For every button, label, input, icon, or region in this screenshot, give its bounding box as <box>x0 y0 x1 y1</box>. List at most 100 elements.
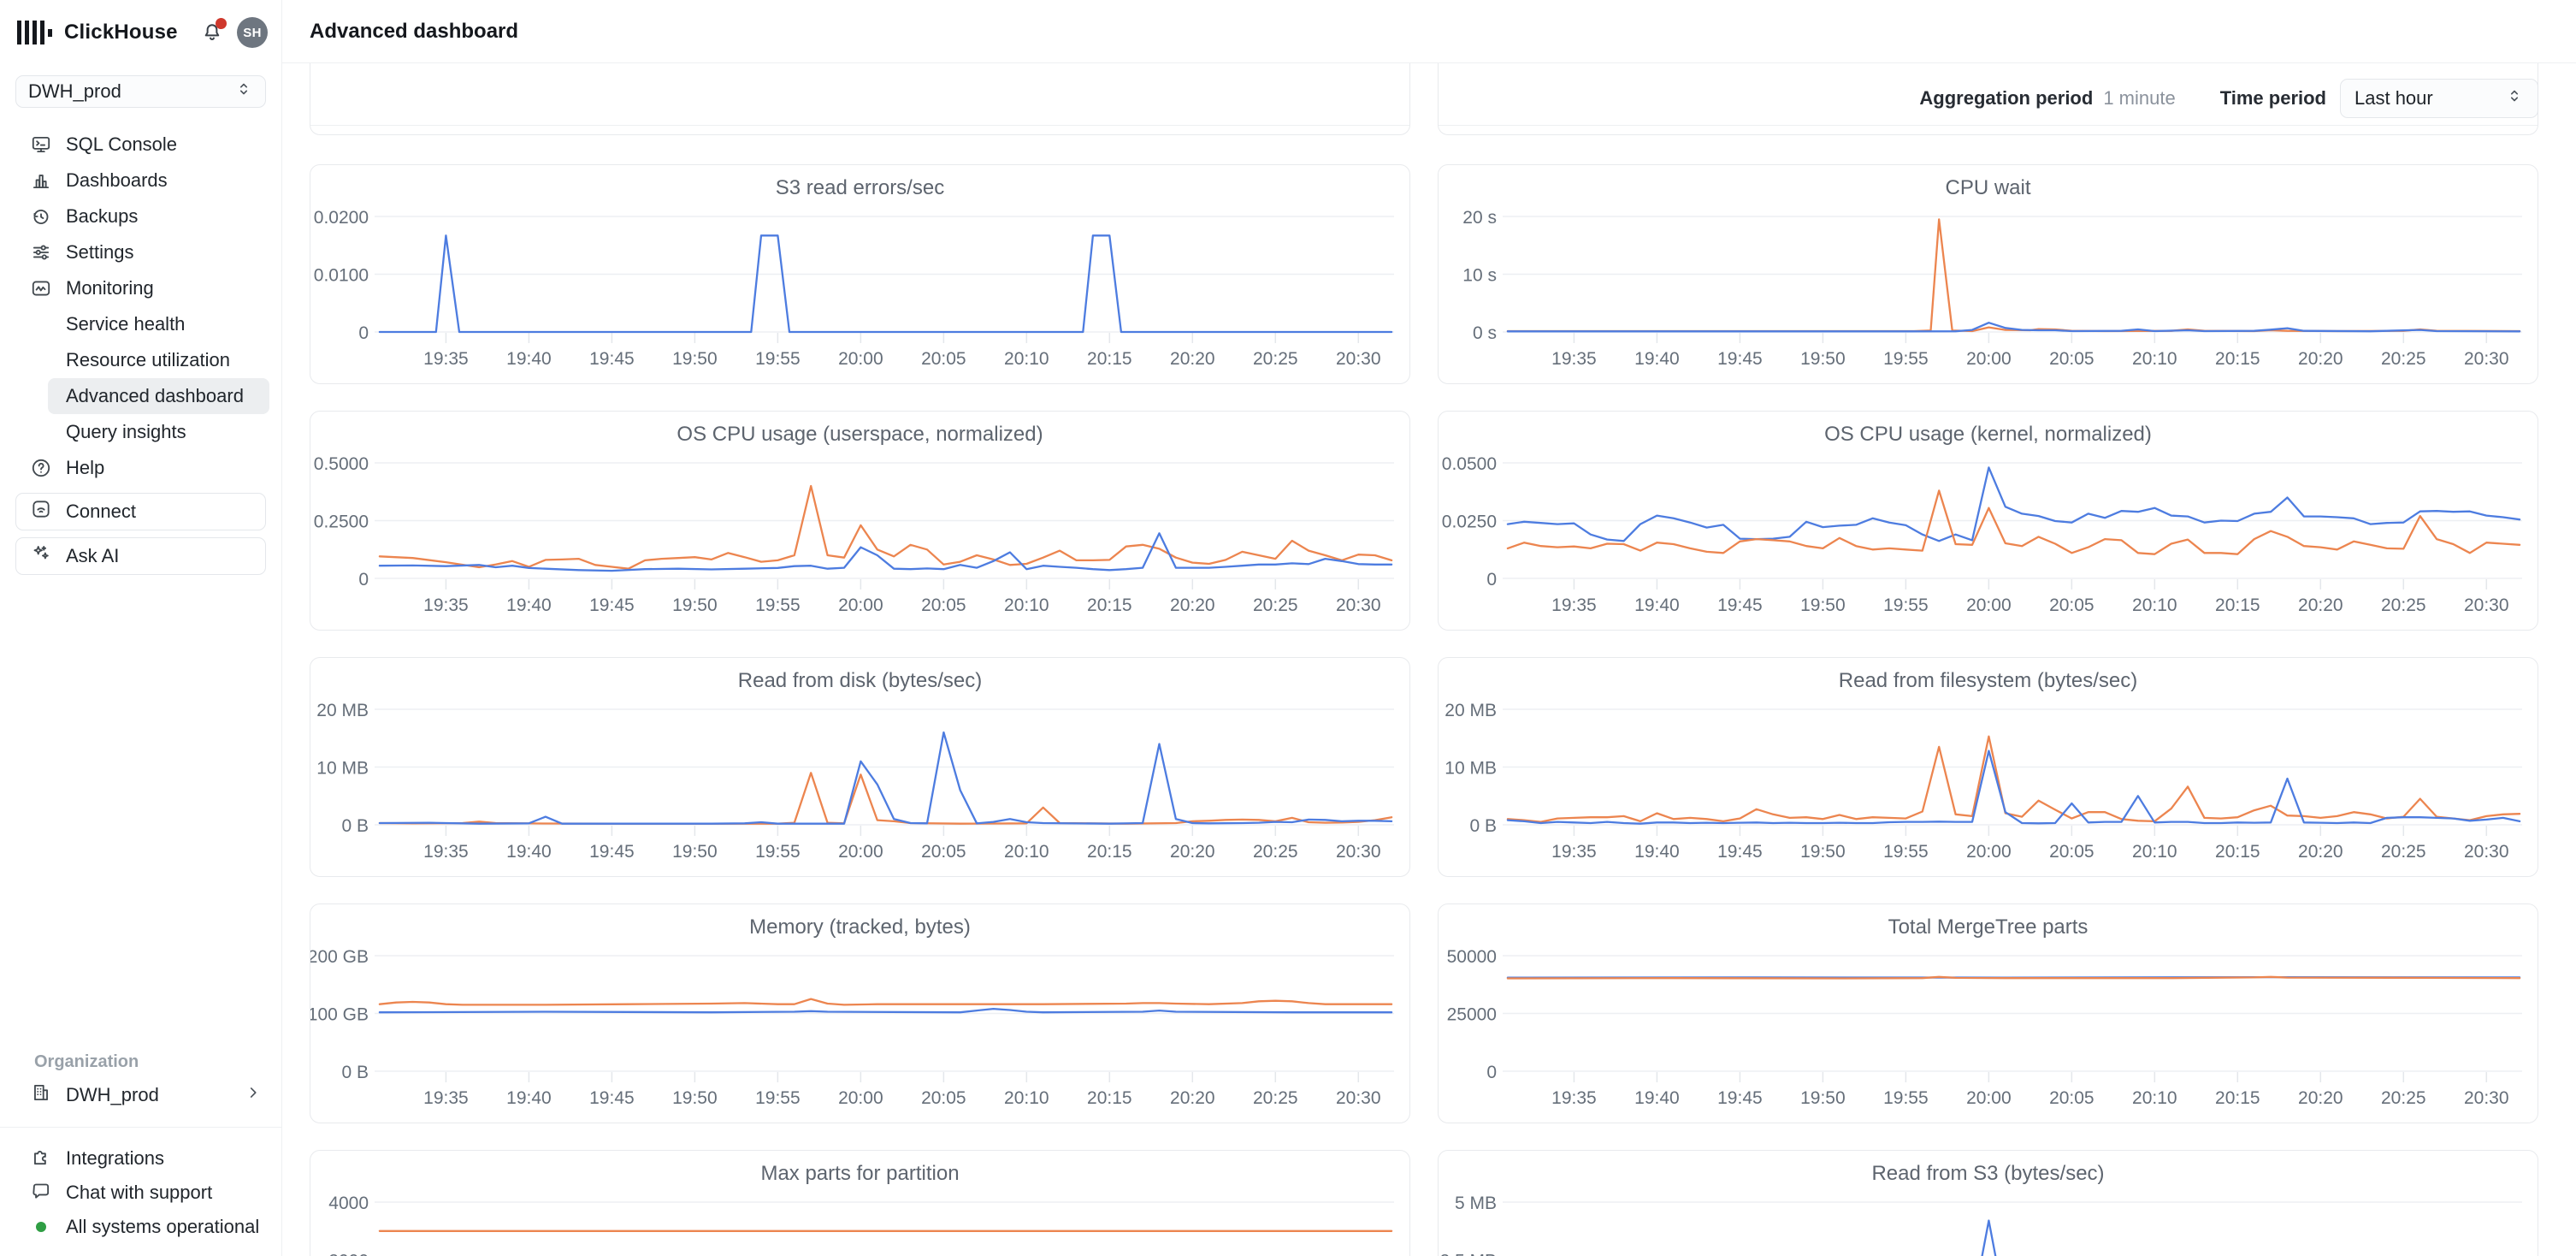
sidebar-item-label: SQL Console <box>66 133 177 156</box>
chart-read-from-s3: 5 MB2.5 MB0 B19:3519:4019:4519:5019:5520… <box>1438 1150 2538 1256</box>
svg-text:Read from disk (bytes/sec): Read from disk (bytes/sec) <box>738 669 982 692</box>
sidebar-item-service-health[interactable]: Service health <box>48 306 269 342</box>
svg-text:4000: 4000 <box>328 1194 369 1213</box>
sidebar-divider <box>0 1127 281 1128</box>
svg-text:20:25: 20:25 <box>1253 842 1298 862</box>
svg-text:20:05: 20:05 <box>921 595 966 615</box>
chart-os-cpu-kernel: 0.05000.0250019:3519:4019:4519:5019:5520… <box>1438 411 2538 631</box>
svg-text:20:05: 20:05 <box>921 842 966 862</box>
svg-text:0.0250: 0.0250 <box>1442 512 1497 532</box>
backups-icon <box>30 205 52 228</box>
svg-text:19:35: 19:35 <box>1551 595 1597 615</box>
time-period-value: Last hour <box>2354 87 2433 110</box>
svg-text:19:45: 19:45 <box>589 595 635 615</box>
chat-bubble-icon <box>30 1179 52 1206</box>
svg-text:20:20: 20:20 <box>2298 595 2343 615</box>
svg-text:19:50: 19:50 <box>672 349 718 369</box>
ask-ai-button[interactable]: Ask AI <box>15 537 266 575</box>
chevron-right-icon <box>244 1083 263 1107</box>
system-status[interactable]: All systems operational <box>0 1210 281 1244</box>
svg-text:0: 0 <box>358 323 369 343</box>
svg-text:20:20: 20:20 <box>1170 842 1215 862</box>
svg-text:CPU wait: CPU wait <box>1945 176 2030 199</box>
svg-text:Read from filesystem (bytes/se: Read from filesystem (bytes/sec) <box>1839 669 2137 692</box>
svg-text:10 MB: 10 MB <box>1445 759 1497 779</box>
sidebar-header: ClickHouse SH <box>0 0 281 65</box>
sparkles-icon <box>30 542 52 570</box>
svg-text:20:15: 20:15 <box>1087 349 1132 369</box>
svg-text:19:55: 19:55 <box>755 842 801 862</box>
sidebar-item-query-insights[interactable]: Query insights <box>48 414 269 450</box>
notification-dot <box>216 18 227 29</box>
status-label: All systems operational <box>66 1216 259 1238</box>
svg-text:20:00: 20:00 <box>838 1088 883 1108</box>
sidebar-item-chat-support[interactable]: Chat with support <box>0 1176 281 1210</box>
sidebar-item-backups[interactable]: Backups <box>0 198 281 234</box>
svg-text:Read from S3 (bytes/sec): Read from S3 (bytes/sec) <box>1871 1162 2104 1185</box>
sidebar-item-resource-utilization[interactable]: Resource utilization <box>48 342 269 378</box>
svg-text:20:30: 20:30 <box>1336 349 1381 369</box>
chevron-updown-icon <box>234 80 253 104</box>
sidebar-item-dashboards[interactable]: Dashboards <box>0 163 281 198</box>
svg-text:0.0500: 0.0500 <box>1442 454 1497 474</box>
svg-text:20:15: 20:15 <box>1087 1088 1132 1108</box>
svg-text:20:25: 20:25 <box>1253 1088 1298 1108</box>
avatar[interactable]: SH <box>237 17 268 48</box>
svg-text:20:10: 20:10 <box>2132 1088 2177 1108</box>
svg-text:20:10: 20:10 <box>2132 595 2177 615</box>
chart-cpu-wait: 20 s10 s0 s19:3519:4019:4519:5019:5520:0… <box>1438 164 2538 384</box>
sidebar-item-settings[interactable]: Settings <box>0 234 281 270</box>
puzzle-icon <box>30 1145 52 1172</box>
svg-text:19:45: 19:45 <box>1717 595 1763 615</box>
svg-text:20:10: 20:10 <box>2132 349 2177 369</box>
svg-text:19:40: 19:40 <box>1634 842 1680 862</box>
svg-text:19:45: 19:45 <box>1717 842 1763 862</box>
organization-label: Organization <box>34 1052 281 1072</box>
svg-text:20:30: 20:30 <box>2464 349 2509 369</box>
svg-text:20 s: 20 s <box>1462 208 1497 228</box>
notifications-button[interactable] <box>199 20 225 45</box>
svg-text:20:25: 20:25 <box>2381 595 2426 615</box>
svg-text:20:20: 20:20 <box>1170 349 1215 369</box>
monitoring-icon <box>30 277 52 299</box>
svg-text:20:00: 20:00 <box>838 595 883 615</box>
help-icon <box>30 457 52 479</box>
connect-button[interactable]: Connect <box>15 493 266 530</box>
svg-text:19:55: 19:55 <box>1883 1088 1929 1108</box>
service-selector[interactable]: DWH_prod <box>15 75 266 108</box>
svg-text:20:10: 20:10 <box>2132 842 2177 862</box>
sidebar-item-monitoring[interactable]: Monitoring <box>0 270 281 306</box>
svg-text:20:20: 20:20 <box>2298 349 2343 369</box>
time-period-select[interactable]: Last hour <box>2340 79 2538 118</box>
svg-text:19:50: 19:50 <box>672 842 718 862</box>
svg-text:0 B: 0 B <box>1469 816 1497 836</box>
svg-text:0 B: 0 B <box>341 1063 369 1082</box>
svg-text:20:05: 20:05 <box>2049 595 2094 615</box>
svg-text:20:20: 20:20 <box>2298 1088 2343 1108</box>
settings-sliders-icon <box>30 241 52 264</box>
sidebar-item-help[interactable]: Help <box>0 450 281 486</box>
sidebar-item-integrations[interactable]: Integrations <box>0 1141 281 1176</box>
svg-text:19:50: 19:50 <box>672 1088 718 1108</box>
sidebar-item-sql-console[interactable]: SQL Console <box>0 127 281 163</box>
organization-switcher[interactable]: DWH_prod <box>0 1077 281 1113</box>
svg-text:0 s: 0 s <box>1473 323 1497 343</box>
svg-text:20:05: 20:05 <box>921 1088 966 1108</box>
footer-item-label: Chat with support <box>66 1182 212 1204</box>
svg-text:20:15: 20:15 <box>1087 842 1132 862</box>
svg-text:200 GB: 200 GB <box>310 947 369 967</box>
svg-text:20:10: 20:10 <box>1004 1088 1049 1108</box>
svg-text:5 MB: 5 MB <box>1455 1194 1497 1213</box>
sidebar-item-advanced-dashboard[interactable]: Advanced dashboard <box>48 378 269 414</box>
sidebar-bottom: Organization DWH_prod Integrations <box>0 1052 281 1256</box>
svg-text:20:10: 20:10 <box>1004 842 1049 862</box>
sidebar: ClickHouse SH DWH_prod <box>0 0 282 1256</box>
chart-max-parts-for-partition: 40002000019:3519:4019:4519:5019:5520:002… <box>310 1150 1410 1256</box>
svg-text:20 MB: 20 MB <box>316 701 369 720</box>
svg-text:0.0200: 0.0200 <box>314 208 369 228</box>
svg-text:50000: 50000 <box>1447 947 1497 967</box>
svg-text:20:00: 20:00 <box>1966 842 2012 862</box>
svg-text:19:50: 19:50 <box>1800 595 1846 615</box>
svg-text:19:50: 19:50 <box>1800 842 1846 862</box>
header-actions: SH <box>199 17 268 48</box>
